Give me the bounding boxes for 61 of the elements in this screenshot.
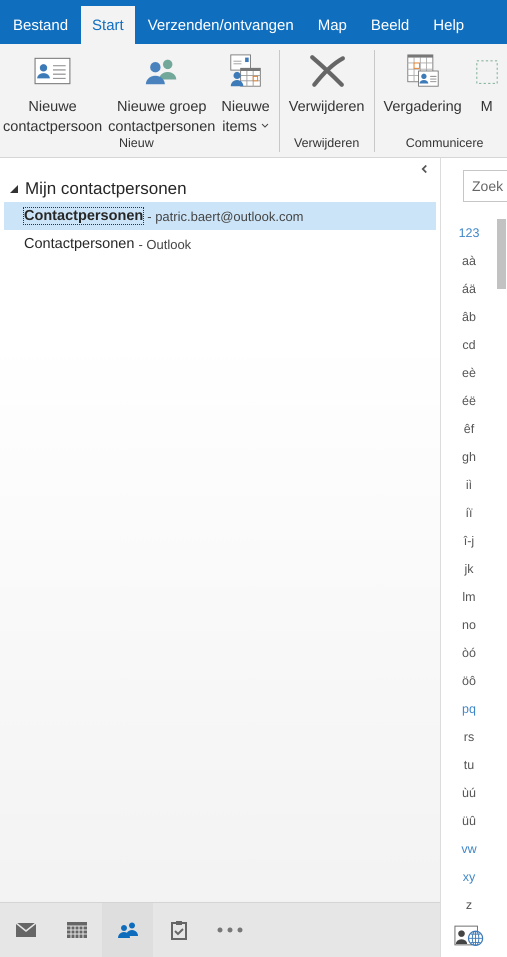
delete-x-icon [308, 54, 346, 88]
ribbon-button[interactable]: M [464, 48, 507, 117]
ribbon-tab[interactable]: Beeld [360, 6, 420, 44]
expand-triangle-icon[interactable] [10, 185, 18, 193]
index-letter[interactable]: öô [449, 667, 489, 695]
index-letter[interactable]: âb [449, 303, 489, 331]
group-label: Communicere [406, 136, 484, 150]
group-label: Verwijderen [294, 136, 360, 150]
ribbon-button[interactable]: Vergadering [380, 48, 465, 117]
index-letter[interactable]: î-j [449, 527, 489, 555]
folder-name: Contactpersonen [24, 236, 134, 252]
index-letter[interactable]: lm [449, 583, 489, 611]
folder-name: Contactpersonen [24, 208, 144, 224]
group-label: Nieuw [118, 136, 154, 150]
index-letter[interactable]: jk [449, 555, 489, 583]
task-clipboard-icon [170, 920, 186, 940]
ribbon-button[interactable]: Nieuwe groep contactpersonen [105, 48, 218, 137]
index-letter[interactable]: áä [449, 275, 489, 303]
contact-globe-icon[interactable] [454, 925, 484, 946]
ribbon-tab[interactable]: Start [81, 6, 135, 44]
index-letter[interactable]: êf [449, 415, 489, 443]
index-letter[interactable]: 123 [449, 219, 489, 247]
index-letter[interactable]: tu [449, 751, 489, 779]
folder-group-title: Mijn contactpersonen [25, 179, 187, 199]
calendar-icon [66, 922, 86, 938]
index-letter[interactable]: üû [449, 807, 489, 835]
people-icon [118, 922, 138, 938]
more-dots-icon [216, 927, 242, 933]
index-letter[interactable]: aà [449, 247, 489, 275]
folder-account: - patric.baert@outlook.com [147, 208, 304, 224]
index-letter[interactable]: òó [449, 639, 489, 667]
folder-item[interactable]: Contactpersonen - Outlook [4, 230, 436, 258]
index-letter[interactable]: íï [449, 499, 489, 527]
ribbon-button[interactable]: Nieuwe contactpersoon [0, 48, 106, 137]
folder-group-header[interactable]: Mijn contactpersonen [4, 176, 436, 202]
ribbon-tab[interactable]: Map [306, 6, 358, 44]
index-letter[interactable]: gh [449, 443, 489, 471]
ribbon-tab[interactable]: Bestand [2, 6, 80, 44]
folder-account: - Outlook [138, 236, 192, 252]
index-letter[interactable]: no [449, 611, 489, 639]
search-field[interactable]: Zoek [463, 170, 507, 202]
ribbon-tab[interactable]: Verzenden/ontvangen [136, 6, 305, 44]
people-nav-button[interactable] [102, 903, 153, 957]
index-letter[interactable]: ùú [449, 779, 489, 807]
index-letter[interactable]: cd [449, 331, 489, 359]
caret-icon [260, 123, 269, 128]
index-letter[interactable]: éë [449, 387, 489, 415]
ribbon-tab[interactable]: Help [422, 6, 476, 44]
index-letter[interactable]: pq [449, 695, 489, 723]
index-letter[interactable]: rs [449, 723, 489, 751]
index-letter[interactable]: vw [449, 835, 489, 863]
scrollbar-thumb[interactable] [497, 219, 506, 289]
ribbon-button[interactable]: Verwijderen [286, 48, 368, 117]
index-letter[interactable]: eè [449, 359, 489, 387]
index-letter[interactable]: iì [449, 471, 489, 499]
index-letter[interactable]: xy [449, 863, 489, 891]
mail-icon [16, 922, 36, 938]
folder-item[interactable]: Contactpersonen - patric.baert@outlook.com [4, 202, 436, 230]
ribbon-button[interactable]: Nieuwe items [218, 48, 273, 137]
index-letter[interactable]: z [449, 891, 489, 919]
collapse-chevron-icon[interactable] [421, 164, 428, 174]
